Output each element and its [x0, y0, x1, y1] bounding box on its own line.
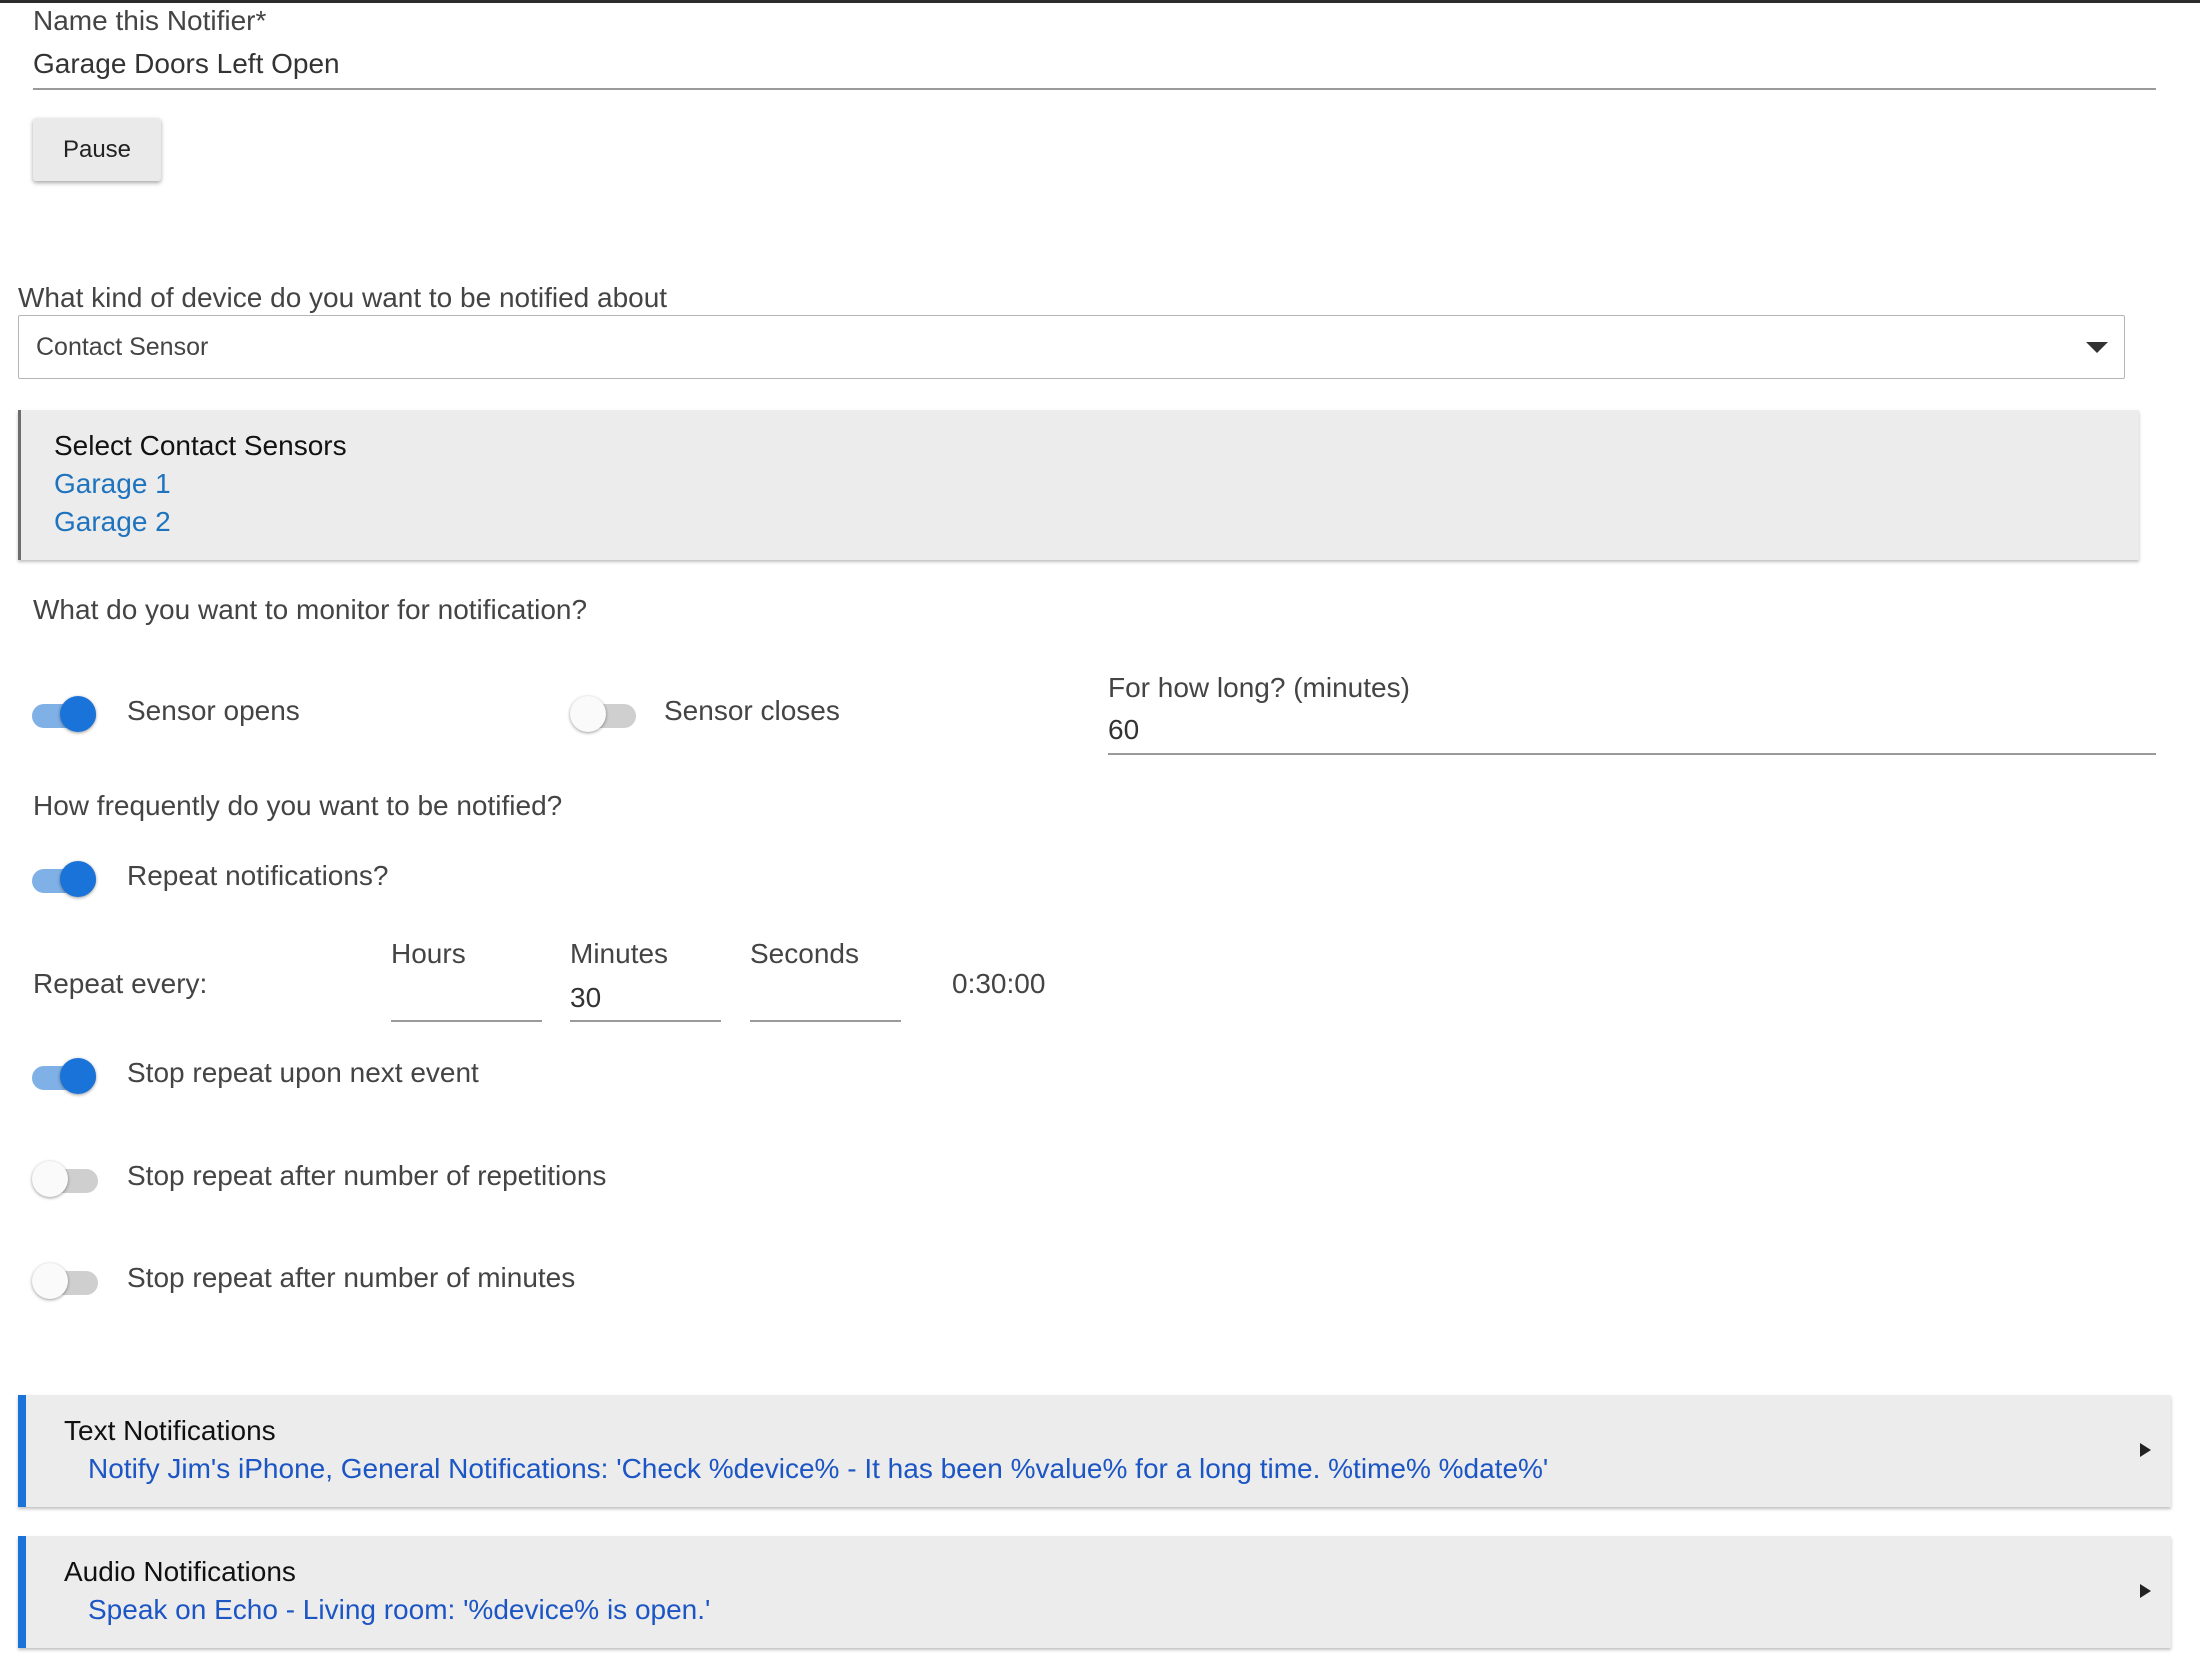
- monitor-question: What do you want to monitor for notifica…: [33, 594, 588, 625]
- pause-button[interactable]: Pause: [33, 118, 161, 181]
- minutes-input[interactable]: 30: [570, 982, 601, 1014]
- top-border: [0, 0, 2200, 3]
- device-kind-selected-value: Contact Sensor: [36, 333, 209, 361]
- device-kind-select[interactable]: Contact Sensor: [18, 315, 2125, 379]
- sensor-closes-toggle[interactable]: [570, 692, 640, 732]
- toggle-knob: [60, 1058, 96, 1094]
- dropdown-caret-icon: [2086, 342, 2108, 353]
- toggle-knob: [32, 1161, 68, 1197]
- repeat-total-value: 0:30:00: [952, 968, 1046, 999]
- duration-underline: [1108, 753, 2156, 755]
- toggle-knob: [32, 1263, 68, 1299]
- stop-repetitions-label: Stop repeat after number of repetitions: [127, 1160, 607, 1191]
- repeat-notifications-toggle[interactable]: [30, 857, 100, 897]
- duration-input[interactable]: 60: [1108, 714, 1139, 746]
- stop-minutes-toggle[interactable]: [32, 1259, 102, 1299]
- hours-label: Hours: [391, 938, 466, 969]
- minutes-label: Minutes: [570, 938, 669, 969]
- sensor-closes-label: Sensor closes: [664, 695, 840, 726]
- text-notifications-panel[interactable]: Text Notifications Notify Jim's iPhone, …: [18, 1395, 2171, 1507]
- sensor-opens-toggle[interactable]: [30, 692, 100, 732]
- contact-sensor-panel-title: Select Contact Sensors: [54, 430, 347, 461]
- text-notifications-description: Notify Jim's iPhone, General Notificatio…: [88, 1453, 1549, 1484]
- toggle-knob: [60, 696, 96, 732]
- toggle-knob: [60, 861, 96, 897]
- stop-repetitions-toggle[interactable]: [32, 1157, 102, 1197]
- seconds-label: Seconds: [750, 938, 859, 969]
- hours-underline: [391, 1020, 542, 1022]
- repeat-notifications-label: Repeat notifications?: [127, 860, 389, 891]
- duration-label: For how long? (minutes): [1108, 672, 1410, 703]
- minutes-underline: [570, 1020, 721, 1022]
- name-field-label: Name this Notifier*: [33, 5, 267, 36]
- device-kind-label: What kind of device do you want to be no…: [18, 282, 668, 313]
- contact-sensor-panel[interactable]: Select Contact Sensors Garage 1 Garage 2: [18, 410, 2139, 560]
- frequency-question: How frequently do you want to be notifie…: [33, 790, 563, 821]
- audio-notifications-title: Audio Notifications: [64, 1556, 296, 1587]
- sensor-link-garage-2[interactable]: Garage 2: [54, 506, 171, 538]
- name-field-input[interactable]: Garage Doors Left Open: [33, 48, 340, 80]
- toggle-knob: [570, 696, 606, 732]
- text-notifications-title: Text Notifications: [64, 1415, 276, 1446]
- expand-arrow-icon: [2140, 1443, 2151, 1457]
- stop-next-event-label: Stop repeat upon next event: [127, 1057, 479, 1088]
- audio-notifications-panel[interactable]: Audio Notifications Speak on Echo - Livi…: [18, 1536, 2171, 1648]
- name-field-underline: [33, 88, 2156, 90]
- repeat-every-label: Repeat every:: [33, 968, 208, 999]
- sensor-link-garage-1[interactable]: Garage 1: [54, 468, 171, 500]
- audio-notifications-description: Speak on Echo - Living room: '%device% i…: [88, 1594, 711, 1625]
- seconds-underline: [750, 1020, 901, 1022]
- stop-next-event-toggle[interactable]: [30, 1054, 100, 1094]
- sensor-opens-label: Sensor opens: [127, 695, 300, 726]
- stop-minutes-label: Stop repeat after number of minutes: [127, 1262, 576, 1293]
- expand-arrow-icon: [2140, 1584, 2151, 1598]
